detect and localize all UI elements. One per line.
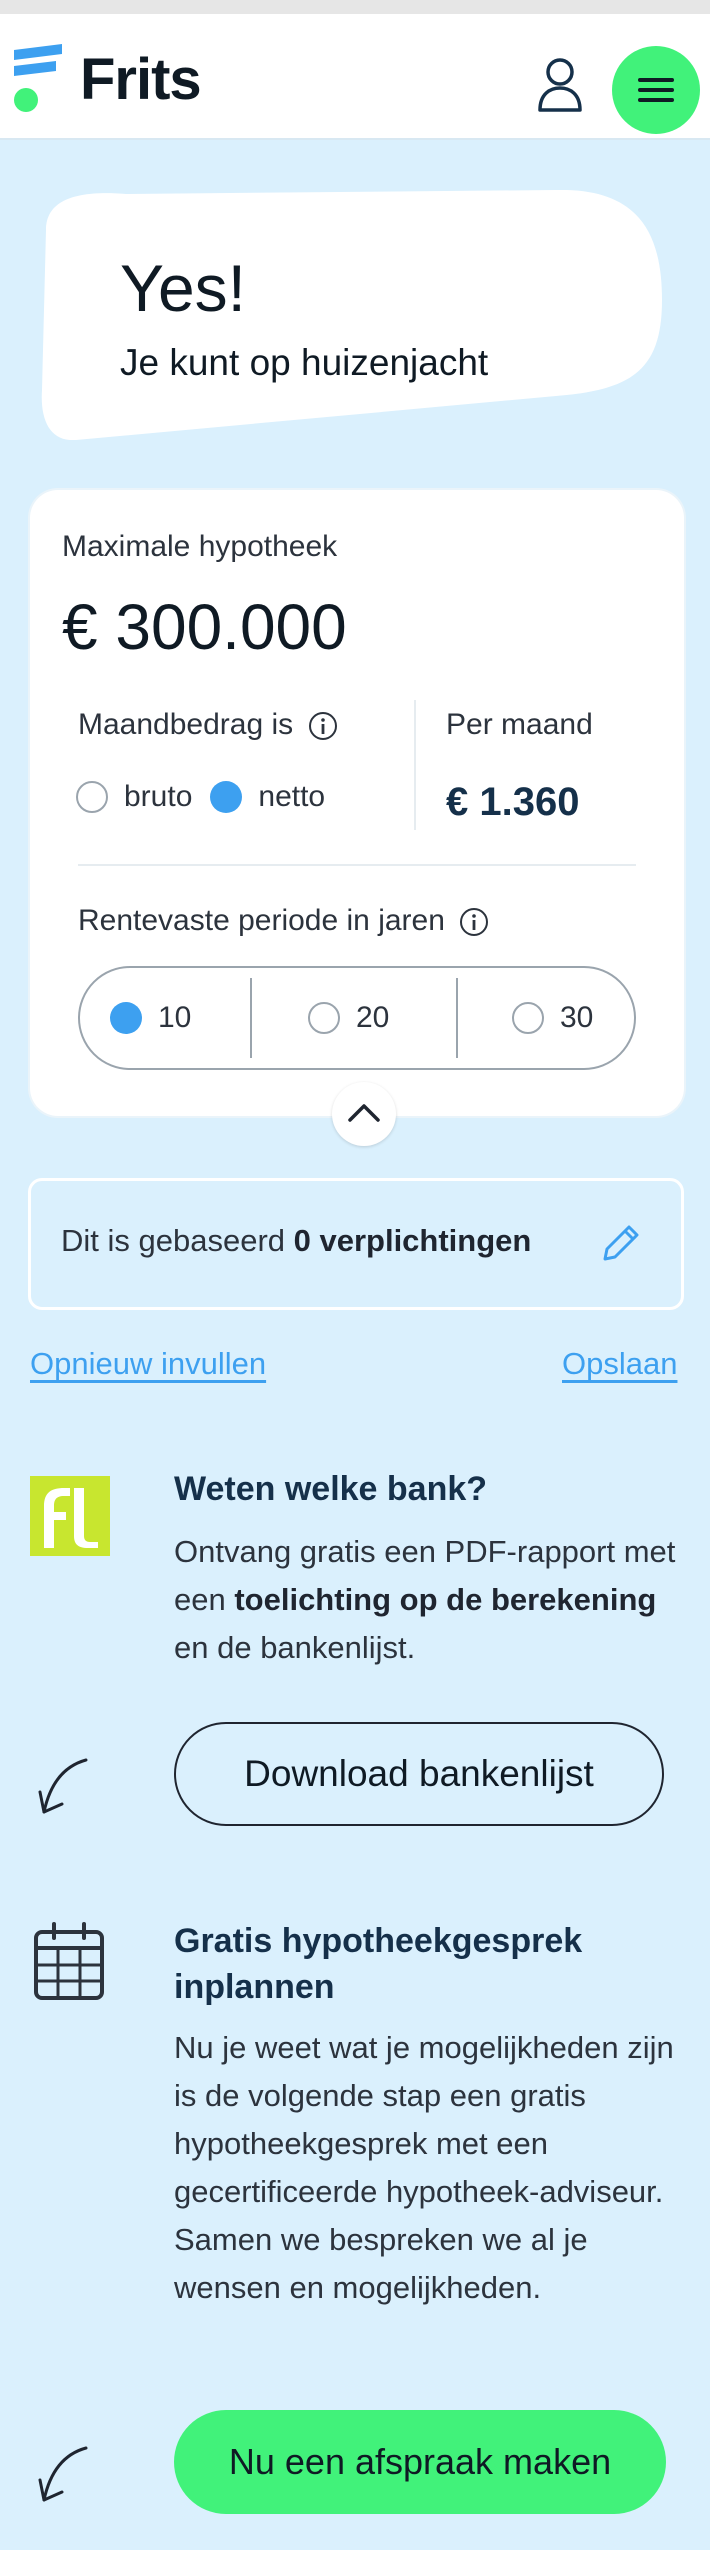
info-icon[interactable] bbox=[459, 907, 489, 937]
calendar-icon bbox=[34, 1922, 104, 2000]
fixed-period-selector: 10 20 30 bbox=[78, 966, 636, 1070]
save-link[interactable]: Opslaan bbox=[562, 1346, 677, 1382]
pencil-icon[interactable] bbox=[597, 1219, 645, 1267]
radio-bruto-label[interactable]: bruto bbox=[124, 780, 192, 814]
hamburger-menu-icon[interactable] bbox=[612, 46, 700, 134]
brand-name[interactable]: Frits bbox=[80, 46, 202, 113]
radio-netto[interactable] bbox=[210, 781, 243, 813]
radio-bruto[interactable] bbox=[76, 781, 108, 813]
site-header: Frits bbox=[0, 14, 710, 140]
curved-arrow-icon bbox=[38, 2446, 88, 2502]
monthly-basis-options: bruto netto bbox=[76, 780, 325, 814]
hero-title: Yes! bbox=[120, 251, 247, 325]
curved-arrow-icon bbox=[38, 1758, 88, 1814]
period-option-20[interactable]: 20 bbox=[308, 968, 389, 1068]
chevron-up-icon[interactable] bbox=[332, 1082, 396, 1146]
bank-section-body: Ontvang gratis een PDF-rapport met een t… bbox=[174, 1534, 676, 1665]
period-option-30[interactable]: 30 bbox=[512, 968, 593, 1068]
monthly-basis-label: Maandbedrag is bbox=[78, 708, 338, 742]
mortgage-result-card: Maximale hypotheek € 300.000 Maandbedrag… bbox=[30, 490, 684, 1116]
max-mortgage-value: € 300.000 bbox=[62, 591, 347, 663]
appointment-section-title: Gratis hypotheekgesprek inplannen bbox=[174, 1922, 583, 2006]
user-icon[interactable] bbox=[536, 54, 584, 114]
column-divider bbox=[414, 700, 416, 830]
obligations-box[interactable]: Dit is gebaseerd 0 verplichtingen bbox=[28, 1178, 684, 1310]
segment-divider bbox=[456, 978, 458, 1058]
info-icon[interactable] bbox=[308, 711, 338, 741]
make-appointment-button[interactable]: Nu een afspraak maken bbox=[174, 2410, 666, 2514]
per-month-label: Per maand bbox=[446, 708, 593, 741]
radio-netto-label[interactable]: netto bbox=[258, 780, 325, 814]
appointment-section-body: Nu je weet wat je mogelijkheden zijn is … bbox=[174, 2030, 674, 2305]
hero-subtitle: Je kunt op huizenjacht bbox=[120, 342, 489, 383]
obligations-text: Dit is gebaseerd 0 verplichtingen bbox=[61, 1223, 532, 1258]
status-strip bbox=[0, 0, 710, 14]
divider bbox=[78, 864, 636, 866]
fl-logo-icon bbox=[30, 1476, 110, 1556]
fixed-period-label: Rentevaste periode in jaren bbox=[78, 904, 489, 938]
bank-section-title: Weten welke bank? bbox=[174, 1470, 488, 1508]
period-option-10[interactable]: 10 bbox=[110, 968, 191, 1068]
refill-link[interactable]: Opnieuw invullen bbox=[30, 1346, 266, 1382]
radio-10[interactable] bbox=[110, 1002, 142, 1034]
frits-logo-icon[interactable] bbox=[12, 44, 64, 114]
download-banklist-button[interactable]: Download bankenlijst bbox=[174, 1722, 664, 1826]
segment-divider bbox=[250, 978, 252, 1058]
per-month-value: € 1.360 bbox=[446, 780, 580, 824]
radio-30[interactable] bbox=[512, 1002, 544, 1034]
max-mortgage-label: Maximale hypotheek bbox=[62, 530, 338, 563]
radio-20[interactable] bbox=[308, 1002, 340, 1034]
